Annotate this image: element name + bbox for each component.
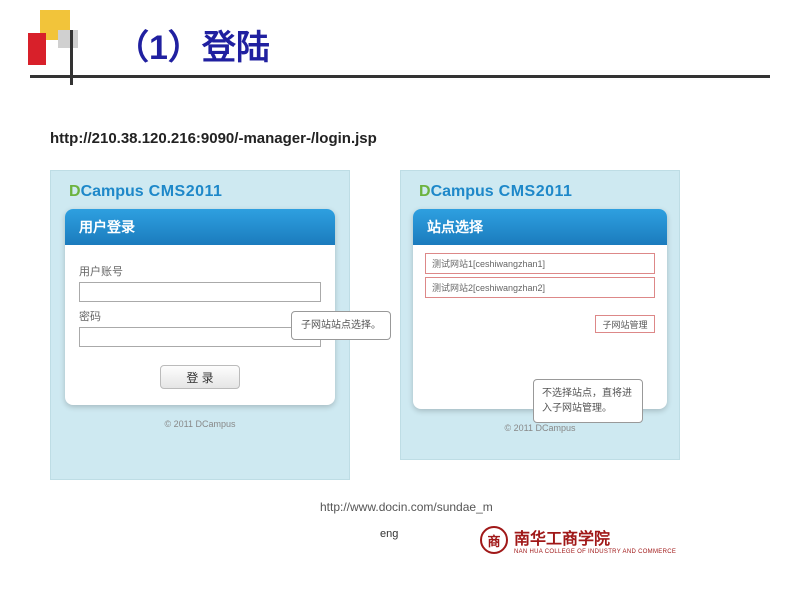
school-logo-text-group: 南华工商学院 NAN HUA COLLEGE OF INDUSTRY AND C… <box>514 525 676 555</box>
school-name: 南华工商学院 <box>514 531 610 548</box>
login-url: http://210.38.120.216:9090/-manager-/log… <box>50 130 377 147</box>
subsite-manage-button[interactable]: 子网站管理 <box>595 315 655 333</box>
brand-logo-right: DCampus CMS2011 <box>401 171 679 205</box>
callout-site-select: 子网站站点选择。 <box>291 311 391 340</box>
login-card: 用户登录 用户账号 密码 登 录 <box>65 209 335 405</box>
footer-eng: eng <box>380 528 398 540</box>
school-name-en: NAN HUA COLLEGE OF INDUSTRY AND COMMERCE <box>514 549 676 555</box>
login-copyright: © 2011 DCampus <box>51 405 349 429</box>
login-button[interactable]: 登 录 <box>160 365 240 389</box>
brand-campus-r: Campus <box>431 183 494 200</box>
brand-cms: CMS2011 <box>144 183 223 200</box>
site-item[interactable]: 测试网站1[ceshiwangzhan1] <box>425 253 655 274</box>
brand-d-r: D <box>419 183 431 200</box>
username-input[interactable] <box>79 282 321 302</box>
password-input[interactable] <box>79 327 321 347</box>
site-item[interactable]: 测试网站2[ceshiwangzhan2] <box>425 277 655 298</box>
square-red <box>28 33 46 65</box>
site-select-card: 站点选择 测试网站1[ceshiwangzhan1] 测试网站2[ceshiwa… <box>413 209 667 409</box>
slide-title: （1）登陆 <box>115 20 270 69</box>
password-label: 密码 <box>79 308 321 324</box>
divider-horizontal <box>30 75 770 78</box>
site-list: 测试网站1[ceshiwangzhan1] 测试网站2[ceshiwangzha… <box>413 245 667 311</box>
username-label: 用户账号 <box>79 263 321 279</box>
brand-campus: Campus <box>81 183 144 200</box>
panels-row: DCampus CMS2011 用户登录 用户账号 密码 登 录 © 2011 … <box>50 170 770 480</box>
square-gray <box>58 30 78 48</box>
site-select-panel: DCampus CMS2011 站点选择 测试网站1[ceshiwangzhan… <box>400 170 680 460</box>
callout-no-select: 不选择站点，直将进入子网站管理。 <box>533 379 643 423</box>
login-card-header: 用户登录 <box>65 209 335 245</box>
slide-header: （1）登陆 <box>0 0 800 100</box>
footer-docin-url: http://www.docin.com/sundae_m <box>320 500 493 514</box>
brand-logo: DCampus CMS2011 <box>51 171 349 205</box>
brand-d: D <box>69 183 81 200</box>
school-seal-icon: 商 <box>480 526 508 554</box>
footer-school-logo: 商 南华工商学院 NAN HUA COLLEGE OF INDUSTRY AND… <box>480 525 676 555</box>
brand-cms-r: CMS2011 <box>494 183 573 200</box>
site-select-header: 站点选择 <box>413 209 667 245</box>
